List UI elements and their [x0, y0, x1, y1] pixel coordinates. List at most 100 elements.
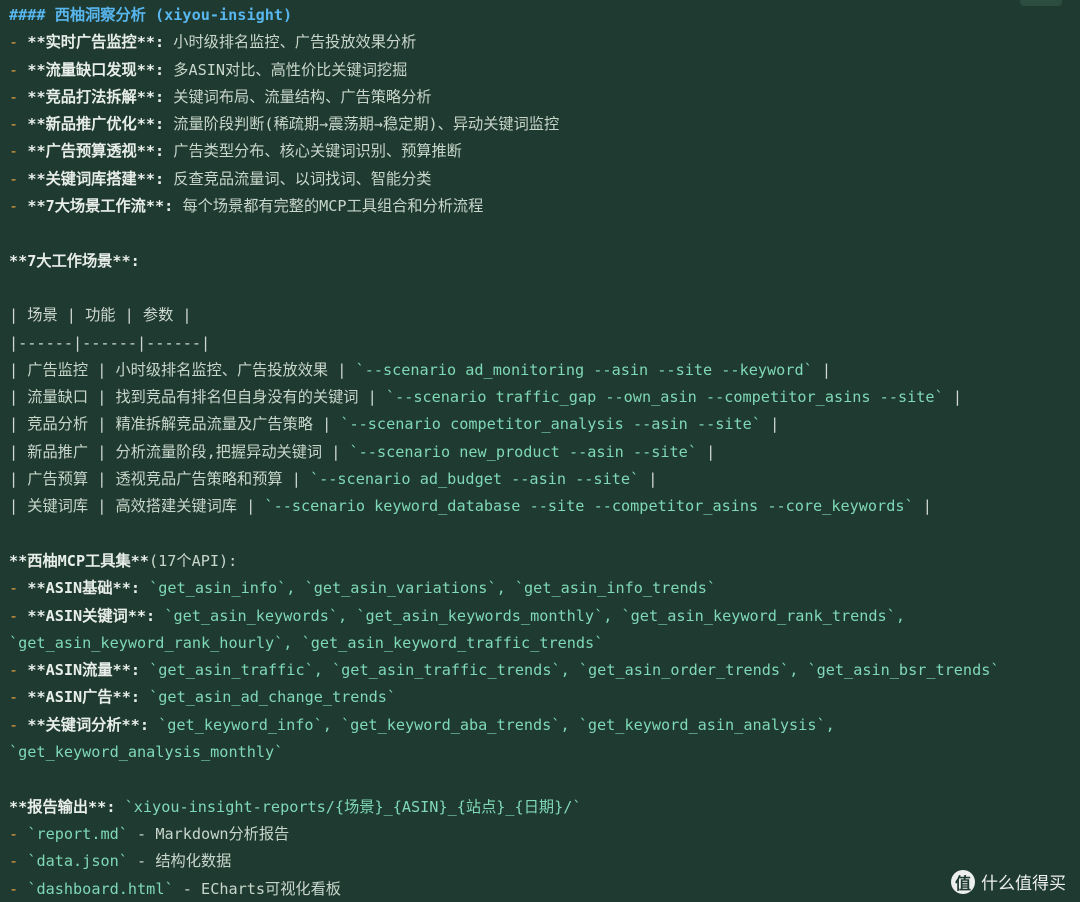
report-file-name: `data.json` [27, 852, 128, 871]
report-file-line: - `data.json` - 结构化数据 [9, 848, 1072, 875]
list-bullet: - [9, 879, 19, 898]
scenario-function: 小时级排名监控、广告投放效果 [115, 360, 329, 379]
table-row: | 新品推广 | 分析流量阶段,把握异动关键词 | `--scenario ne… [9, 442, 716, 461]
feature-line: - **广告预算透视**: 广告类型分布、核心关键词识别、预算推断 [9, 138, 1072, 165]
scenario-name: 流量缺口 [27, 388, 89, 407]
list-bullet: - [9, 715, 19, 734]
list-bullet: - [9, 661, 19, 680]
scenario-param: `--scenario ad_monitoring --asin --site … [355, 360, 813, 379]
scenario-function: 透视竞品广告策略和预算 [115, 470, 283, 489]
scenario-param: `--scenario competitor_analysis --asin -… [340, 415, 761, 434]
markdown-editor[interactable]: #### 西柚洞察分析 (xiyou-insight) - **实时广告监控**… [0, 0, 1080, 902]
tool-group-bold: **ASIN基础**: [27, 579, 140, 598]
list-bullet: - [9, 688, 19, 707]
reports-bold: **报告输出**: [9, 797, 116, 816]
feature-line: - **关键词库搭建**: 反查竞品流量词、以词找词、智能分类 [9, 166, 1072, 193]
tools-title-line: **西柚MCP工具集**(17个API): [9, 548, 1072, 575]
scenario-param: `--scenario traffic_gap --own_asin --com… [385, 388, 944, 407]
report-file-desc: - ECharts可视化看板 [173, 879, 341, 898]
tools-title-bold: **西柚MCP工具集** [9, 551, 149, 570]
scenario-name: 广告监控 [27, 360, 89, 379]
list-bullet: - [9, 169, 19, 188]
report-file-line: - `report.md` - Markdown分析报告 [9, 821, 1072, 848]
scenario-name: 关键词库 [27, 497, 89, 516]
reports-path: `xiyou-insight-reports/{场景}_{ASIN}_{站点}_… [124, 797, 582, 816]
feature-bold: **流量缺口发现**: [27, 60, 165, 79]
table-row: | 竞品分析 | 精准拆解竞品流量及广告策略 | `--scenario com… [9, 415, 780, 434]
feature-line: - **流量缺口发现**: 多ASIN对比、高性价比关键词挖掘 [9, 57, 1072, 84]
feature-line: - **竞品打法拆解**: 关键词布局、流量结构、广告策略分析 [9, 84, 1072, 111]
feature-text: 小时级排名监控、广告投放效果分析 [164, 33, 417, 52]
list-bullet: - [9, 824, 19, 843]
list-bullet: - [9, 115, 19, 134]
watermark-text: 什么值得买 [981, 874, 1066, 894]
tool-group-line: - **ASIN广告**: `get_asin_ad_change_trends… [9, 684, 1072, 711]
feature-bold: **7大场景工作流**: [27, 197, 174, 216]
table-row: | 广告监控 | 小时级排名监控、广告投放效果 | `--scenario ad… [9, 360, 832, 379]
tool-group-bold: **关键词分析**: [27, 715, 149, 734]
tool-group-bold: **ASIN流量**: [27, 661, 140, 680]
scenario-name: 广告预算 [27, 470, 89, 489]
list-bullet: - [9, 33, 19, 52]
list-bullet: - [9, 852, 19, 871]
tool-group-line: - **ASIN关键词**: `get_asin_keywords`, `get… [9, 603, 1072, 630]
table-separator: |------|------|------| [9, 330, 1072, 357]
scenario-param: `--scenario keyword_database --site --co… [264, 497, 914, 516]
smzdm-logo-icon: 值 [951, 869, 975, 894]
list-bullet: - [9, 60, 19, 79]
scenario-param: `--scenario ad_budget --asin --site` [309, 470, 640, 489]
tool-group-continuation: `get_asin_keyword_rank_hourly`, `get_asi… [9, 630, 1072, 657]
table-row: | 流量缺口 | 找到竞品有排名但自身没有的关键词 | `--scenario … [9, 388, 962, 407]
tool-group-line: - **ASIN流量**: `get_asin_traffic`, `get_a… [9, 657, 1072, 684]
editor-top-button[interactable] [1020, 0, 1062, 6]
feature-bold: **实时广告监控**: [27, 33, 165, 52]
tool-group-apis: `get_keyword_info`, `get_keyword_aba_tre… [158, 715, 835, 734]
table-separator-text: |------|------|------| [9, 333, 211, 352]
table-row: | 广告预算 | 透视竞品广告策略和预算 | `--scenario ad_bu… [9, 470, 658, 489]
heading-marker: #### [9, 6, 46, 24]
feature-bold: **竞品打法拆解**: [27, 87, 165, 106]
tool-group-bold: **ASIN关键词**: [27, 606, 156, 625]
tool-group-line: - **关键词分析**: `get_keyword_info`, `get_ke… [9, 712, 1072, 739]
tool-group-bold: **ASIN广告**: [27, 688, 140, 707]
feature-text: 多ASIN对比、高性价比关键词挖掘 [164, 60, 408, 79]
feature-text: 流量阶段判断(稀疏期→震荡期→稳定期)、异动关键词监控 [164, 115, 560, 134]
reports-line: **报告输出**: `xiyou-insight-reports/{场景}_{A… [9, 794, 1072, 821]
feature-text: 反查竞品流量词、以词找词、智能分类 [164, 169, 432, 188]
tool-group-apis: `get_asin_keyword_rank_hourly`, `get_asi… [9, 633, 604, 652]
scenario-function: 分析流量阶段,把握异动关键词 [115, 442, 323, 461]
feature-text: 广告类型分布、核心关键词识别、预算推断 [164, 142, 462, 161]
heading-text: 西柚洞察分析 (xiyou-insight) [54, 6, 293, 24]
tool-group-continuation: `get_keyword_analysis_monthly` [9, 739, 1072, 766]
list-bullet: - [9, 579, 19, 598]
report-file-name: `report.md` [27, 824, 128, 843]
report-file-name: `dashboard.html` [27, 879, 174, 898]
feature-bold: **广告预算透视**: [27, 142, 165, 161]
report-file-desc: - 结构化数据 [127, 852, 232, 871]
tool-group-apis: `get_keyword_analysis_monthly` [9, 743, 284, 762]
feature-bold: **新品推广优化**: [27, 115, 165, 134]
report-file-line: - `dashboard.html` - ECharts可视化看板 [9, 876, 1072, 902]
tool-group-line: - **ASIN基础**: `get_asin_info`, `get_asin… [9, 575, 1072, 602]
table-header-text: | 场景 | 功能 | 参数 | [9, 306, 192, 325]
table-header: | 场景 | 功能 | 参数 | [9, 302, 1072, 329]
scenario-param: `--scenario new_product --asin --site` [349, 442, 697, 461]
list-bullet: - [9, 87, 19, 106]
scenario-name: 竞品分析 [27, 415, 89, 434]
feature-line: - **7大场景工作流**: 每个场景都有完整的MCP工具组合和分析流程 [9, 193, 1072, 220]
scenarios-title: **7大工作场景**: [9, 251, 140, 270]
scenarios-title-line: **7大工作场景**: [9, 248, 1072, 275]
tool-group-apis: `get_asin_keywords`, `get_asin_keywords_… [164, 606, 905, 625]
scenario-function: 精准拆解竞品流量及广告策略 [115, 415, 313, 434]
list-bullet: - [9, 606, 19, 625]
list-bullet: - [9, 142, 19, 161]
table-row: | 关键词库 | 高效搭建关键词库 | `--scenario keyword_… [9, 497, 932, 516]
list-bullet: - [9, 197, 19, 216]
heading-line: #### 西柚洞察分析 (xiyou-insight) [9, 2, 1072, 29]
tool-group-apis: `get_asin_traffic`, `get_asin_traffic_tr… [149, 661, 1000, 680]
tool-group-apis: `get_asin_ad_change_trends` [149, 688, 397, 707]
